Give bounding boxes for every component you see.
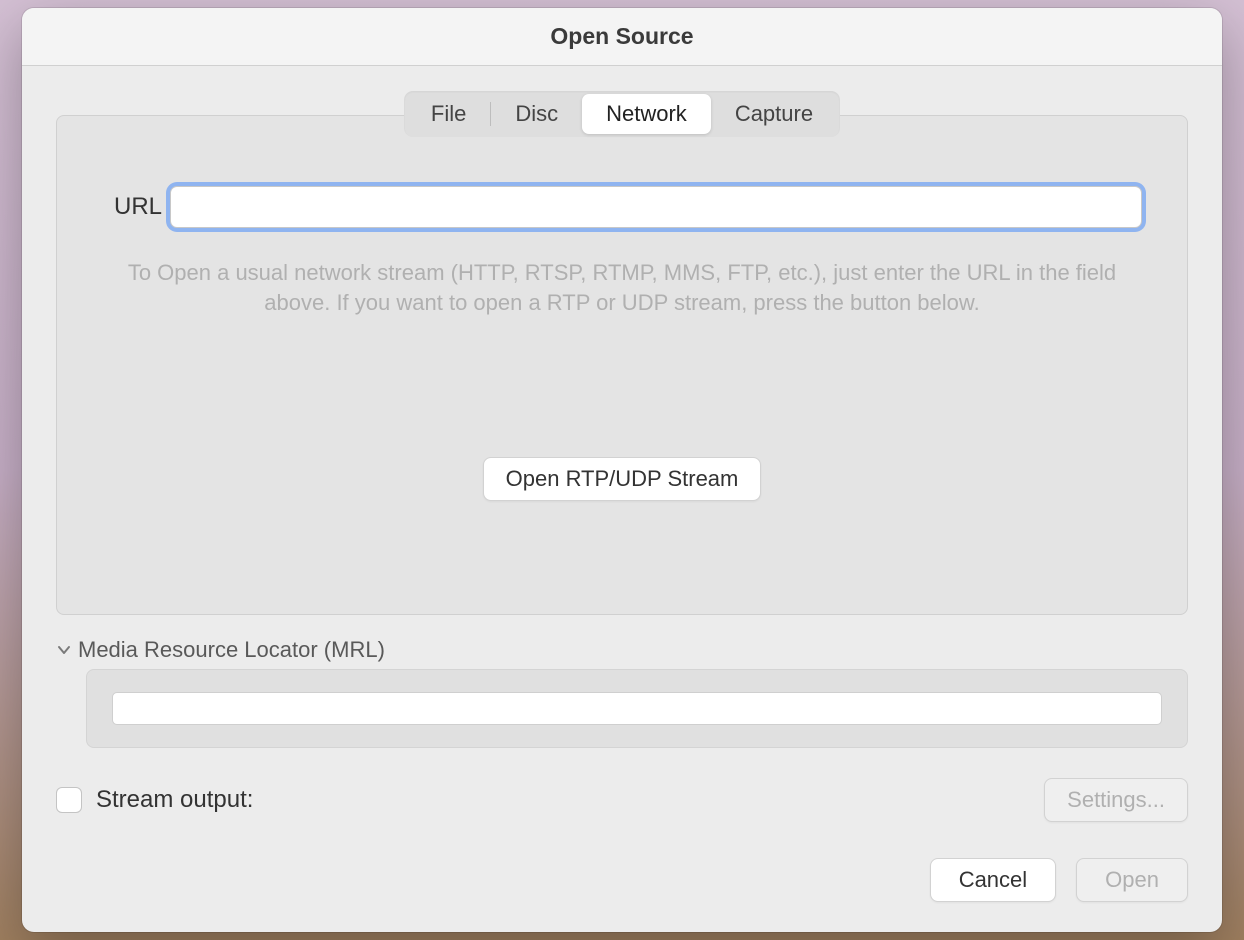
stream-output-left: Stream output: [56,786,253,814]
open-rtp-udp-button[interactable]: Open RTP/UDP Stream [483,457,762,501]
tab-disc[interactable]: Disc [491,94,582,134]
stream-output-row: Stream output: Settings... [56,778,1188,822]
dialog-content: File Disc Network Capture URL To Open a … [22,66,1222,932]
window-title: Open Source [550,23,693,50]
tab-file[interactable]: File [407,94,490,134]
mrl-box [86,669,1188,748]
network-panel: URL To Open a usual network stream (HTTP… [56,115,1188,615]
mrl-disclosure-header[interactable]: Media Resource Locator (MRL) [56,637,1188,663]
tab-network[interactable]: Network [582,94,711,134]
settings-button[interactable]: Settings... [1044,778,1188,822]
stream-output-checkbox[interactable] [56,787,82,813]
chevron-down-icon [56,642,72,658]
action-row: Cancel Open [56,858,1188,902]
mrl-header-label: Media Resource Locator (MRL) [78,637,385,663]
tabs-wrapper: File Disc Network Capture [56,91,1188,137]
url-row: URL [102,186,1142,228]
rtp-button-wrap: Open RTP/UDP Stream [102,457,1142,501]
stream-output-label: Stream output: [96,786,253,814]
mrl-section: Media Resource Locator (MRL) [56,637,1188,748]
tab-capture[interactable]: Capture [711,94,837,134]
url-input[interactable] [170,186,1142,228]
url-label: URL [102,193,162,221]
open-source-dialog: Open Source File Disc Network Capture UR… [22,8,1222,932]
mrl-input[interactable] [112,692,1162,725]
tabs: File Disc Network Capture [404,91,840,137]
titlebar: Open Source [22,8,1222,66]
network-help-text: To Open a usual network stream (HTTP, RT… [122,258,1122,317]
cancel-button[interactable]: Cancel [930,858,1056,902]
open-button[interactable]: Open [1076,858,1188,902]
